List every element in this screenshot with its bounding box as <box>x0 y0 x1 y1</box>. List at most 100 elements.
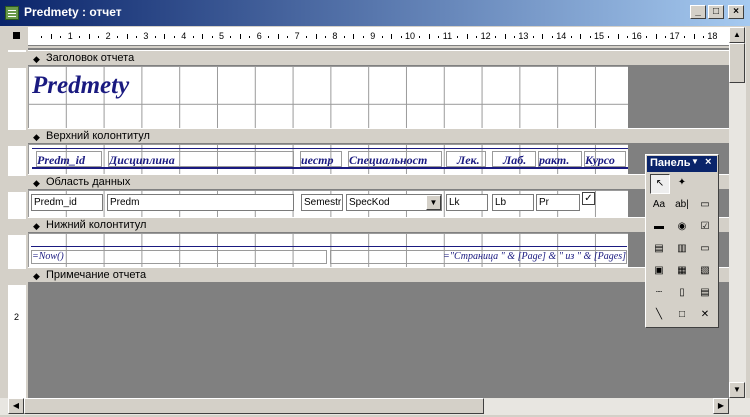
ruler-tick <box>324 36 326 38</box>
option-group-icon[interactable]: ▭ <box>695 196 715 216</box>
ruler-number: 7 <box>294 31 300 41</box>
ruler-corner[interactable] <box>8 27 26 46</box>
scroll-up-icon[interactable]: ▲ <box>729 27 745 43</box>
page-footer-grid[interactable]: =Now() ="Страница " & [Page] & " из " & … <box>28 233 628 267</box>
ruler-tick <box>135 36 137 38</box>
header-label[interactable]: ракт. <box>538 151 582 167</box>
field-semestr[interactable]: Semestr <box>301 194 343 211</box>
footer-page-field[interactable]: ="Страница " & [Page] & " из " & [Pages] <box>330 250 627 264</box>
ruler-tick <box>665 36 667 38</box>
vruler-section-band <box>8 176 26 192</box>
design-surface[interactable]: ◆ Заголовок отчета Predmety ◆ Верхний ко… <box>28 48 746 398</box>
option-button-icon[interactable]: ◉ <box>672 218 692 238</box>
palette-menu-icon[interactable]: ▼ <box>691 157 699 166</box>
ruler-tick <box>88 34 90 39</box>
ruler-tick <box>608 36 610 38</box>
ruler-tick <box>580 34 582 39</box>
field-pr[interactable]: Pr <box>536 194 580 211</box>
horizontal-scrollbar[interactable]: ◀ ▶ <box>0 398 750 415</box>
label-icon[interactable]: Aa <box>649 196 669 216</box>
scroll-down-icon[interactable]: ▼ <box>729 382 745 398</box>
ruler-tick <box>50 34 52 39</box>
ruler-tick <box>532 36 534 38</box>
ruler-tick <box>164 34 166 39</box>
report-title-label[interactable]: Predmety <box>32 72 140 104</box>
ruler-number: 10 <box>405 31 416 41</box>
footer-now-field[interactable]: =Now() <box>31 250 327 264</box>
header-label[interactable]: Лек. <box>446 151 486 167</box>
minimize-button[interactable]: _ <box>690 5 706 19</box>
field-lk[interactable]: Lk <box>446 194 488 211</box>
ruler-tick <box>362 36 364 38</box>
command-button-icon[interactable]: ▭ <box>695 240 715 260</box>
scroll-thumb-horizontal[interactable] <box>24 398 484 414</box>
header-label[interactable]: Predm_id <box>36 151 102 167</box>
section-page-footer[interactable]: ◆ Нижний колонтитул <box>28 217 746 233</box>
header-label[interactable]: Лаб. <box>492 151 536 167</box>
control-wizards-icon[interactable]: ✦ <box>672 174 692 194</box>
page-break-icon[interactable]: ┈ <box>649 284 669 304</box>
ruler-number: 14 <box>556 31 567 41</box>
title-bar: Predmety : отчет _ □ × <box>0 0 750 26</box>
header-label[interactable]: Специальност <box>348 151 442 167</box>
list-box-icon[interactable]: ▥ <box>672 240 692 260</box>
ruler-tick <box>466 34 468 39</box>
field-predm[interactable]: Predm <box>107 194 294 211</box>
ruler-tick <box>239 34 241 39</box>
ruler-tick <box>277 34 279 39</box>
tab-control-icon[interactable]: ▯ <box>672 284 692 304</box>
ruler-tick <box>617 34 619 39</box>
line-icon[interactable]: ╲ <box>649 306 669 326</box>
more-controls-icon[interactable]: ✕ <box>695 306 715 326</box>
ruler-number: 16 <box>631 31 642 41</box>
section-label: Заголовок отчета <box>46 52 135 64</box>
ruler-number: 6 <box>256 31 262 41</box>
ruler-tick <box>428 34 430 39</box>
scroll-thumb[interactable] <box>729 43 745 83</box>
section-detail[interactable]: ◆ Область данных <box>28 174 746 190</box>
vertical-ruler[interactable]: 112 <box>8 50 26 398</box>
horizontal-ruler[interactable]: 1 2 3 4 5 6 7 8 9 10 11 12 13 14 15 16 17 18 <box>28 27 746 46</box>
window-title: Predmety : отчет <box>24 5 122 19</box>
section-page-header[interactable]: ◆ Верхний колонтитул <box>28 128 746 144</box>
section-label: Примечание отчета <box>46 269 147 281</box>
text-box-icon[interactable]: ab| <box>672 196 692 216</box>
scroll-left-icon[interactable]: ◀ <box>8 398 24 414</box>
detail-grid[interactable]: Predm_id Predm Semestr SpecKod ▼ Lk Lb P… <box>28 190 628 217</box>
ruler-tick <box>542 34 544 39</box>
page-header-grid[interactable]: Predm_id Дисциплина иестр Специальност Л… <box>28 144 628 174</box>
unbound-object-frame-icon[interactable]: ▦ <box>672 262 692 282</box>
field-kursovaya-checkbox[interactable]: ✓ <box>582 192 595 205</box>
ruler-tick <box>154 36 156 38</box>
ruler-tick <box>173 36 175 38</box>
report-header-grid[interactable]: Predmety <box>28 66 628 128</box>
ruler-tick <box>202 34 204 39</box>
ruler-tick <box>79 36 81 38</box>
footer-line <box>31 246 627 247</box>
toggle-button-icon[interactable]: ▬ <box>649 218 669 238</box>
scroll-right-icon[interactable]: ▶ <box>713 398 729 414</box>
select-pointer-icon[interactable]: ↖ <box>650 174 670 194</box>
bound-object-frame-icon[interactable]: ▧ <box>695 262 715 282</box>
palette-close-icon[interactable]: × <box>705 156 711 168</box>
section-report-header[interactable]: ◆ Заголовок отчета <box>28 50 746 66</box>
vertical-scrollbar[interactable]: ▲ ▼ <box>729 27 746 398</box>
combo-dropdown-icon[interactable]: ▼ <box>426 195 441 210</box>
maximize-button[interactable]: □ <box>708 5 724 19</box>
rectangle-icon[interactable]: □ <box>672 306 692 326</box>
header-label[interactable]: Курсо <box>584 151 626 167</box>
field-lb[interactable]: Lb <box>492 194 534 211</box>
section-report-footer[interactable]: ◆ Примечание отчета <box>28 267 746 283</box>
combo-box-icon[interactable]: ▤ <box>649 240 669 260</box>
subform-icon[interactable]: ▤ <box>695 284 715 304</box>
close-button[interactable]: × <box>728 5 744 19</box>
check-box-icon[interactable]: ☑ <box>695 218 715 238</box>
header-label[interactable]: иестр <box>300 151 342 167</box>
toolbox-palette[interactable]: Панель ▼ × ↖ ✦ Aa ab| ▭ ▬ ◉ ☑ ▤ ▥ ▭ ▣ ▦ ▧ ┈ ▯ ▤ ╲ □ ✕ <box>645 154 719 328</box>
ruler-number: 18 <box>707 31 718 41</box>
image-icon[interactable]: ▣ <box>649 262 669 282</box>
ruler-tick <box>249 36 251 38</box>
header-label[interactable]: Дисциплина <box>108 151 294 167</box>
palette-header[interactable]: Панель ▼ × <box>647 156 717 172</box>
field-predm-id[interactable]: Predm_id <box>31 194 103 211</box>
